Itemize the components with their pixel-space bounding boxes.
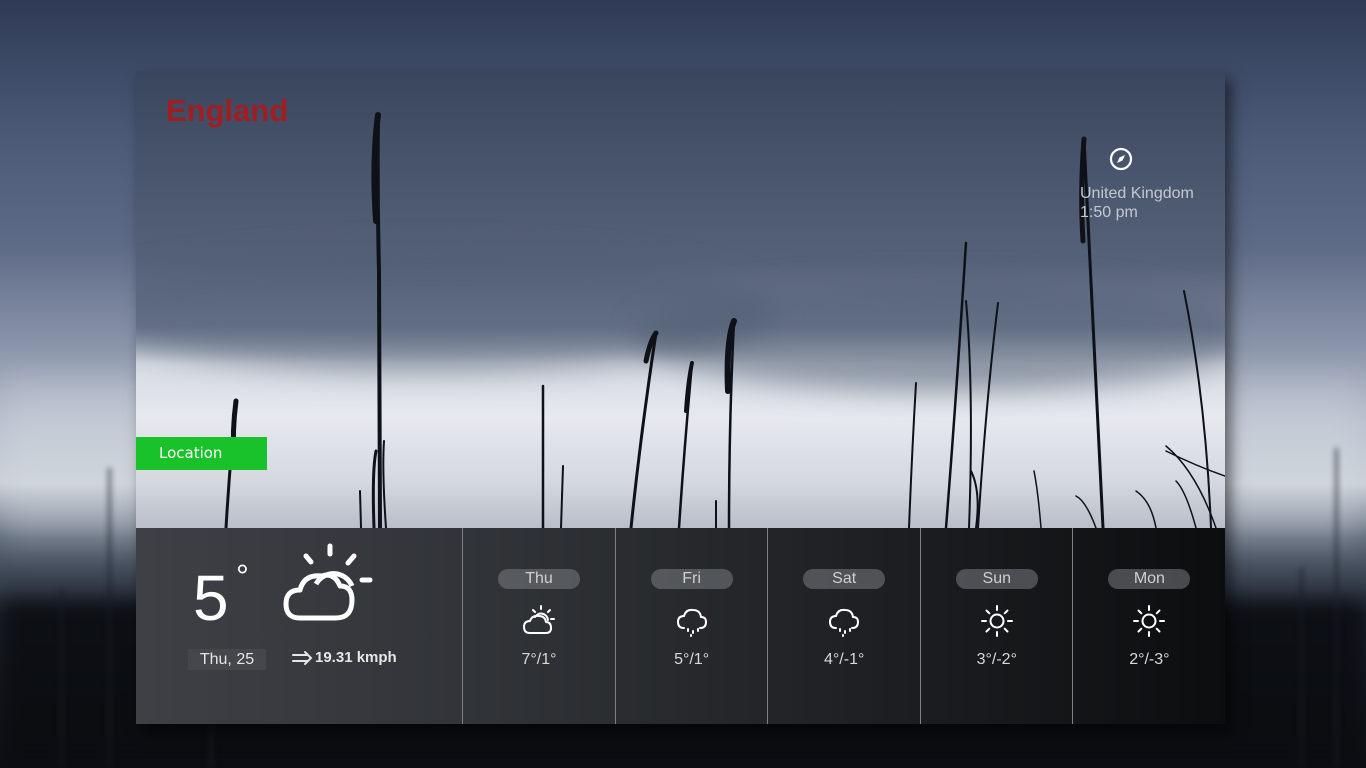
forecast-day-name: Sun (955, 569, 1038, 589)
forecast-temperature: 4°/-1° (824, 651, 865, 668)
forecast-day: Mon 2°/-3° (1072, 528, 1225, 724)
forecast-day-name: Fri (650, 569, 733, 589)
location-button[interactable]: Location (136, 437, 267, 470)
forecast-day-name: Sat (803, 569, 886, 589)
country-label: United Kingdom (1080, 185, 1194, 202)
scene-photo (136, 71, 1225, 528)
forecast-temperature: 5°/1° (674, 651, 710, 668)
forecast-day: Fri 5°/1° (614, 528, 768, 724)
forecast-day-name: Mon (1108, 569, 1191, 589)
weather-panel: 5 ° Thu, 25 19.31 kmph Thu 7°/1° Fri 5°/… (136, 528, 1225, 724)
local-time: 1:50 pm (1080, 204, 1138, 221)
page-title: England (166, 93, 289, 128)
forecast-temperature: 3°/-2° (976, 651, 1017, 668)
rain-icon (829, 608, 860, 637)
forecast-list: Thu 7°/1° Fri 5°/1° Sat 4°/-1° Sun 3°/-2… (462, 528, 1225, 724)
current-weather: 5 ° Thu, 25 19.31 kmph (136, 528, 462, 724)
sun-behind-cloud-icon (283, 543, 373, 621)
degree-symbol: ° (236, 558, 249, 594)
current-temperature: 5 (193, 562, 229, 634)
forecast-day: Thu 7°/1° (462, 528, 615, 724)
sun-icon (980, 605, 1013, 637)
rain-icon (676, 608, 707, 637)
sun-icon (1133, 605, 1166, 637)
wind-speed: 19.31 kmph (315, 649, 397, 666)
partly-cloudy-icon (523, 605, 555, 634)
forecast-day: Sat 4°/-1° (767, 528, 920, 724)
forecast-temperature: 7°/1° (521, 651, 557, 668)
compass-icon[interactable] (1109, 147, 1133, 171)
wind-arrow-icon (292, 651, 313, 665)
forecast-day-name: Thu (498, 569, 580, 589)
current-date: Thu, 25 (188, 649, 266, 670)
weather-card: England United Kingdom 1:50 pm Location … (136, 71, 1225, 724)
forecast-day: Sun 3°/-2° (919, 528, 1073, 724)
forecast-temperature: 2°/-3° (1129, 651, 1170, 668)
